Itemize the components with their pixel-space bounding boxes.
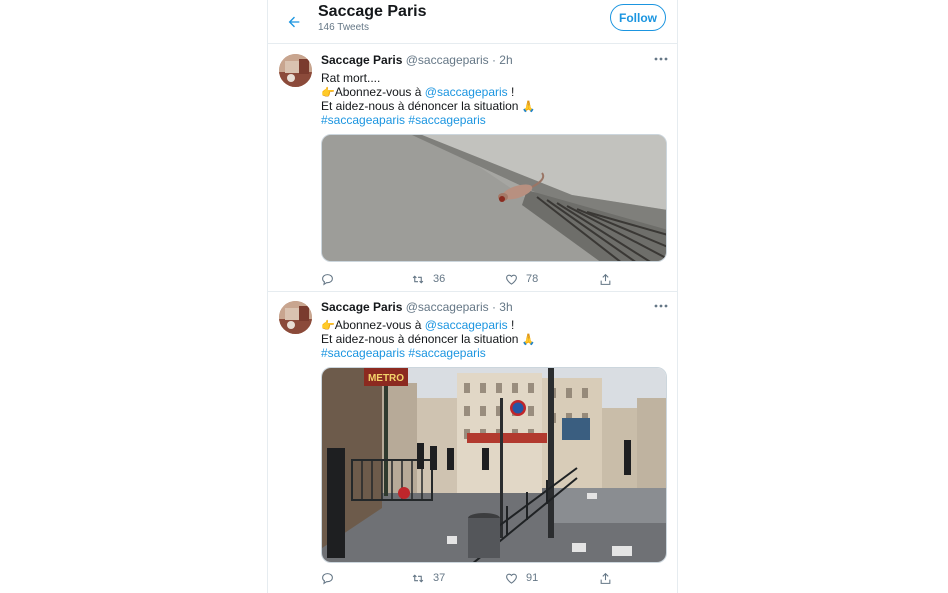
more-dots-icon — [654, 304, 668, 308]
mention-link[interactable]: @saccageparis — [425, 318, 508, 332]
tweet-text: 👉Abonnez-vous à @saccageparis ! Et aidez… — [321, 318, 536, 360]
more-button[interactable] — [653, 52, 669, 66]
photo-rat-sidewalk — [322, 135, 666, 261]
pointing-hand-emoji: 👉 — [321, 320, 335, 332]
hashtag-link[interactable]: #saccageparis — [408, 113, 485, 127]
heart-icon — [506, 274, 517, 285]
reply-button[interactable] — [321, 569, 334, 587]
praying-hands-emoji: 🙏 — [521, 101, 536, 113]
text-line: Abonnez-vous à — [334, 318, 425, 332]
mention-link[interactable]: @saccageparis — [425, 85, 508, 99]
retweet-count: 36 — [433, 273, 446, 285]
retweet-count: 37 — [433, 572, 446, 584]
tweet-2[interactable]: Saccage Paris @saccageparis · 3h 👉Abonne… — [268, 293, 677, 593]
text-line: Abonnez-vous à — [334, 85, 425, 99]
like-count: 78 — [526, 273, 539, 285]
avatar-image — [279, 301, 312, 334]
reply-icon — [322, 572, 333, 585]
author-handle[interactable]: @saccageparis · 3h — [406, 300, 513, 314]
like-count: 91 — [526, 572, 539, 584]
avatar[interactable] — [279, 54, 312, 87]
tweet-text: Rat mort.... 👉Abonnez-vous à @saccagepar… — [321, 71, 536, 127]
arrow-left-icon — [288, 16, 300, 28]
tweet-count: 146 Tweets — [318, 22, 369, 33]
retweet-button[interactable]: 37 — [411, 569, 445, 587]
share-icon — [600, 273, 611, 285]
share-icon — [600, 572, 611, 584]
photo-paris-street: METRO — [322, 368, 666, 562]
retweet-icon — [412, 274, 424, 284]
metro-sign-text: METRO — [368, 373, 404, 384]
more-button[interactable] — [653, 299, 669, 313]
tweet-photo[interactable]: METRO — [321, 367, 667, 563]
like-button[interactable]: 78 — [505, 270, 538, 288]
avatar-image — [279, 54, 312, 87]
hashtag-link[interactable]: #saccageparis — [408, 346, 485, 360]
back-button[interactable] — [280, 8, 308, 36]
pointing-hand-emoji: 👉 — [321, 87, 335, 99]
share-button[interactable] — [599, 569, 612, 587]
more-dots-icon — [654, 57, 668, 61]
retweet-icon — [412, 573, 424, 583]
tweet-1[interactable]: Saccage Paris @saccageparis · 2h Rat mor… — [268, 46, 677, 292]
tweet-photo[interactable] — [321, 134, 667, 262]
heart-icon — [506, 573, 517, 584]
author-name[interactable]: Saccage Paris — [321, 53, 402, 67]
tweet-actions: 37 91 — [321, 569, 621, 587]
author-name[interactable]: Saccage Paris — [321, 300, 402, 314]
reply-icon — [322, 273, 333, 286]
text-line: Et aidez-nous à dénoncer la situation — [321, 99, 522, 113]
tweet-header: Saccage Paris @saccageparis · 2h — [321, 53, 513, 67]
author-handle[interactable]: @saccageparis · 2h — [406, 53, 513, 67]
tweet-header: Saccage Paris @saccageparis · 3h — [321, 300, 513, 314]
share-button[interactable] — [599, 270, 612, 288]
text-line: Et aidez-nous à dénoncer la situation — [321, 332, 522, 346]
reply-button[interactable] — [321, 270, 334, 288]
praying-hands-emoji: 🙏 — [521, 334, 536, 346]
timeline-column: Saccage Paris 146 Tweets Follow Saccage … — [267, 0, 678, 593]
avatar[interactable] — [279, 301, 312, 334]
text-line: Rat mort.... — [321, 71, 381, 85]
retweet-button[interactable]: 36 — [411, 270, 445, 288]
like-button[interactable]: 91 — [505, 569, 538, 587]
page-title: Saccage Paris — [318, 3, 427, 20]
tweet-actions: 36 78 — [321, 270, 621, 288]
hashtag-link[interactable]: #saccageaparis — [321, 113, 405, 127]
profile-header: Saccage Paris 146 Tweets Follow — [268, 0, 677, 44]
hashtag-link[interactable]: #saccageaparis — [321, 346, 405, 360]
follow-button[interactable]: Follow — [610, 4, 666, 31]
